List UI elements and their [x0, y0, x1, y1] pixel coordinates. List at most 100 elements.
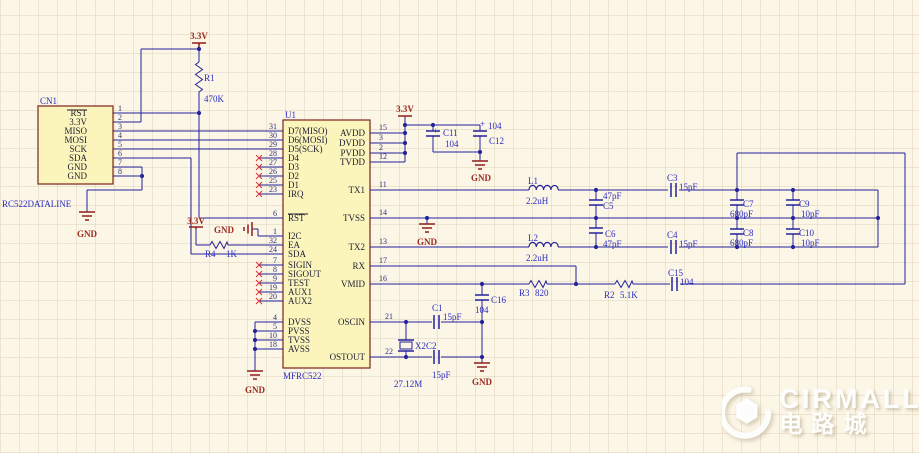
r2-value: 5.1K: [620, 290, 638, 300]
u1-pin-name-tx1: TX1: [349, 185, 366, 195]
cn1-pin-num-4: 4: [118, 131, 122, 140]
u1-pin-name-avdd: AVDD: [340, 128, 365, 138]
c12-plus: +: [480, 119, 485, 129]
u1-pin-name-sda: SDA: [288, 249, 307, 259]
r1-value: 470K: [204, 94, 225, 104]
cn1-designator: CN1: [40, 96, 57, 106]
c4-designator: C4: [667, 230, 678, 240]
gnd-symbol-osc: [474, 362, 490, 372]
u1-pin-name-tvss-r: TVSS: [343, 213, 365, 223]
junction-dots: [139, 46, 881, 360]
c10-designator: C10: [799, 228, 815, 238]
c7-value: 680pF: [730, 209, 753, 219]
x2-crystal-body: [399, 341, 413, 350]
u1-pin-num-26: 26: [269, 167, 277, 176]
power-gnd-i2c: GND: [214, 225, 235, 235]
l1-value: 2.2uH: [526, 196, 549, 206]
u1-pin-name-ostout: OSTOUT: [330, 352, 366, 362]
c9-value: 10pF: [801, 209, 820, 219]
u1-pin-num-25: 25: [269, 176, 277, 185]
cn1-pin-name-gnd2: GND: [68, 171, 88, 181]
c1-designator: C1: [432, 303, 443, 313]
u1-pin-num-27: 27: [269, 158, 277, 167]
gnd-symbol-tvss: [419, 223, 435, 233]
u1-pin-num-5: 5: [273, 322, 277, 331]
u1-pin-num-31: 31: [269, 122, 277, 131]
schematic-drawing: CN1RC522DATALINERST3.3VMISOMOSISCKSDAGND…: [2, 31, 906, 395]
c15-value: 104: [680, 277, 694, 287]
cn1-pin-num-8: 8: [118, 167, 122, 176]
u1-pin-name-rst: RST: [288, 213, 305, 223]
x2-designator: X2: [415, 341, 426, 351]
cn1-pin-num-7: 7: [118, 158, 122, 167]
l1-inductor-coil: [528, 184, 559, 191]
u1-pin-num-29: 29: [269, 140, 277, 149]
u1-pin-num-9: 9: [273, 274, 277, 283]
u1-pin-num-20: 20: [269, 292, 277, 301]
u1-pin-num-3: 3: [379, 133, 383, 142]
power-3v3-r4: 3.3V: [187, 216, 205, 226]
gnd-symbol-c12: [472, 160, 488, 170]
gnd-symbol-vss: [247, 370, 263, 380]
u1-pin-num-8: 8: [273, 265, 277, 274]
c3-value: 15pF: [679, 182, 698, 192]
u1-pin-name-dvdd: DVDD: [339, 138, 365, 148]
c5-value: 47pF: [603, 191, 622, 201]
u1-pin-name-avss: AVSS: [288, 344, 310, 354]
u1-pin-name-oscin: OSCIN: [338, 317, 366, 327]
power-3v3-r1: 3.3V: [190, 31, 208, 41]
u1-pin-num-12: 12: [379, 152, 387, 161]
cn1-pin-num-1: 1: [118, 104, 122, 113]
c2-value: 15pF: [432, 370, 451, 380]
cn1-pin-num-5: 5: [118, 140, 122, 149]
u1-pin-num-6: 6: [273, 209, 277, 218]
u1-pin-num-1: 1: [273, 227, 277, 236]
c11-designator: C11: [443, 128, 458, 138]
u1-pin-name-aux2: AUX2: [288, 296, 312, 306]
u1-pin-num-18: 18: [269, 340, 277, 349]
l2-inductor-coil: [528, 241, 559, 248]
power-gnd-cn1: GND: [77, 229, 98, 239]
c11-plus: +: [433, 126, 438, 136]
power-3v3-vdd: 3.3V: [396, 104, 414, 114]
r4-resistor-zigzag: [209, 240, 229, 250]
u1-pin-num-16: 16: [379, 274, 387, 283]
c6-value: 47pF: [603, 239, 622, 249]
l2-value: 2.2uH: [526, 253, 549, 263]
schematic-canvas: CN1 RC522DATALINE RST 3.3V MISO MOSI SCK SDA GND…: [0, 0, 919, 453]
u1-pin-num-7: 7: [273, 256, 277, 265]
u1-pin-num-32: 32: [269, 236, 277, 245]
u1-pin-num-21: 21: [385, 312, 393, 321]
c4-value: 15pF: [679, 239, 698, 249]
r2-resistor-zigzag: [614, 279, 634, 289]
c12-value: 104: [488, 121, 502, 131]
r4-designator: R4: [205, 249, 216, 259]
c1-value: 15pF: [443, 312, 462, 322]
c16-designator: C16: [491, 295, 507, 305]
c3-designator: C3: [667, 173, 678, 183]
u1-pin-num-11: 11: [379, 180, 387, 189]
u1-pin-name-irq: IRQ: [288, 189, 304, 199]
u1-pin-num-2: 2: [379, 143, 383, 152]
u1-pin-name-tx2: TX2: [349, 242, 366, 252]
u1-pin-num-14: 14: [379, 208, 387, 217]
c6-designator: C6: [605, 229, 616, 239]
c7-designator: C7: [743, 199, 754, 209]
l1-designator: L1: [528, 176, 538, 186]
c16-value: 104: [475, 305, 489, 315]
u1-pin-num-22: 22: [385, 347, 393, 356]
u1-pin-num-19: 19: [269, 283, 277, 292]
cn1-caption: RC522DATALINE: [2, 199, 72, 209]
r3-designator: R3: [519, 288, 530, 298]
u1-pin-num-28: 28: [269, 149, 277, 158]
power-gnd-vss: GND: [245, 385, 266, 395]
c9-designator: C9: [799, 199, 810, 209]
c5-designator: C5: [603, 201, 614, 211]
u1-pin-name-tvdd: TVDD: [340, 157, 365, 167]
r1-designator: R1: [204, 73, 215, 83]
c8-value: 680pF: [730, 238, 753, 248]
u1-part: MFRC522: [283, 371, 322, 381]
u1-pin-name-rx: RX: [352, 261, 365, 271]
r3-value: 820: [535, 288, 549, 298]
u1-pin-num-30: 30: [269, 131, 277, 140]
